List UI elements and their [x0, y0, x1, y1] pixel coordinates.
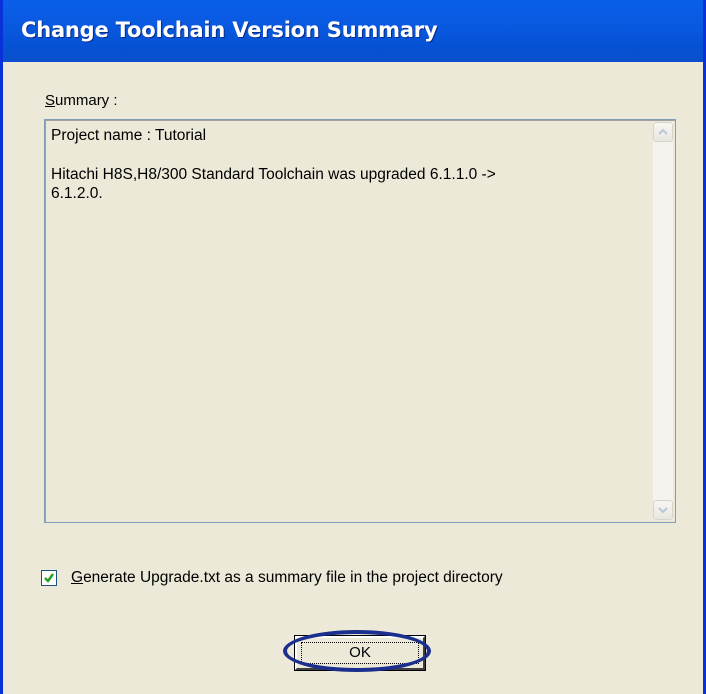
vertical-scrollbar[interactable] [653, 122, 673, 520]
chevron-up-icon [658, 128, 668, 135]
summary-label: Summary : [45, 92, 118, 109]
generate-upgrade-label[interactable]: Generate Upgrade.txt as a summary file i… [71, 569, 503, 587]
scroll-down-button[interactable] [653, 500, 673, 520]
summary-textbox[interactable]: Project name : Tutorial Hitachi H8S,H8/3… [44, 119, 676, 523]
ok-button-label: OK [349, 644, 371, 661]
summary-line-version: 6.1.2.0. [51, 185, 103, 202]
checkmark-icon [44, 573, 54, 583]
summary-content: Project name : Tutorial Hitachi H8S,H8/3… [51, 126, 647, 203]
summary-line-upgrade: Hitachi H8S,H8/300 Standard Toolchain wa… [51, 166, 496, 183]
checkbox-label-hotkey: G [71, 569, 84, 586]
dialog-body: Summary : Project name : Tutorial Hitach… [3, 62, 703, 694]
summary-label-hotkey: S [45, 92, 56, 109]
scroll-up-button[interactable] [653, 122, 673, 142]
summary-blank-line [51, 145, 647, 165]
summary-line-project: Project name : Tutorial [51, 127, 207, 144]
summary-label-text: ummary : [55, 92, 118, 109]
chevron-down-icon [658, 507, 668, 514]
dialog-window: Change Toolchain Version Summary Summary… [0, 0, 706, 694]
ok-button[interactable]: OK [294, 635, 426, 671]
checkbox-label-text: enerate Upgrade.txt as a summary file in… [83, 569, 503, 586]
window-title: Change Toolchain Version Summary [21, 18, 438, 42]
generate-upgrade-checkbox[interactable] [41, 570, 57, 586]
title-bar[interactable]: Change Toolchain Version Summary [3, 0, 703, 62]
